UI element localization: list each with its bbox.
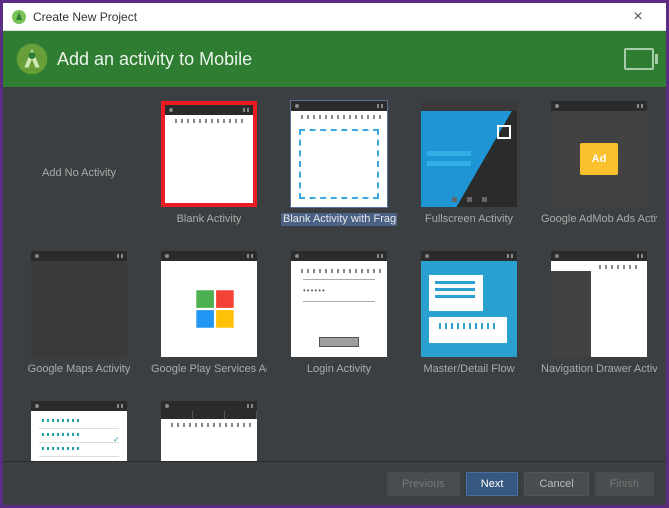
activity-option-none[interactable]: Add No Activity — [21, 101, 137, 241]
window-title: Create New Project — [33, 10, 137, 24]
previous-button[interactable]: Previous — [387, 472, 460, 496]
activity-gallery: Add No Activity Blank Activity Blank Act… — [3, 87, 666, 461]
activity-label: Add No Activity — [42, 167, 116, 180]
wizard-window: Create New Project × Add an activity to … — [3, 3, 666, 505]
activity-option-settings[interactable]: ✓ — [21, 401, 137, 461]
activity-label: Fullscreen Activity — [425, 213, 513, 226]
activity-option-tabbed[interactable] — [151, 401, 267, 461]
activity-thumb — [161, 251, 257, 357]
activity-option-admob[interactable]: Ad Google AdMob Ads Activity — [541, 101, 657, 241]
activity-option-blank[interactable]: Blank Activity — [151, 101, 267, 241]
activity-thumb — [421, 251, 517, 357]
android-studio-icon — [15, 42, 49, 76]
activity-label: Google AdMob Ads Activity — [541, 213, 657, 226]
activity-label: Google Maps Activity — [28, 363, 131, 376]
titlebar: Create New Project × — [3, 3, 666, 31]
activity-option-login[interactable]: •••••• Login Activity — [281, 251, 397, 391]
activity-thumb — [551, 251, 647, 357]
activity-thumb — [421, 101, 517, 207]
activity-option-maps[interactable]: Google Maps Activity — [21, 251, 137, 391]
activity-thumb: •••••• — [291, 251, 387, 357]
device-icon — [624, 48, 654, 70]
page-title: Add an activity to Mobile — [57, 49, 252, 70]
wizard-footer: Previous Next Cancel Finish — [3, 461, 666, 505]
activity-thumb — [31, 251, 127, 357]
activity-thumb: ✓ — [31, 401, 127, 461]
activity-thumb — [161, 401, 257, 461]
activity-label: Master/Detail Flow — [423, 363, 514, 376]
activity-option-nav-drawer[interactable]: Navigation Drawer Activity — [541, 251, 657, 391]
close-icon[interactable]: × — [618, 3, 658, 31]
activity-label: Blank Activity with Fragment — [281, 213, 397, 226]
wizard-header: Add an activity to Mobile — [3, 31, 666, 87]
cancel-button[interactable]: Cancel — [524, 472, 588, 496]
finish-button[interactable]: Finish — [595, 472, 654, 496]
ad-badge: Ad — [580, 143, 618, 175]
next-button[interactable]: Next — [466, 472, 519, 496]
puzzle-icon — [193, 287, 237, 331]
activity-option-play-services[interactable]: Google Play Services Activity — [151, 251, 267, 391]
activity-thumb — [161, 101, 257, 207]
activity-thumb: Ad — [551, 101, 647, 207]
app-icon — [11, 9, 27, 25]
activity-label: Login Activity — [307, 363, 371, 376]
activity-thumb — [291, 101, 387, 207]
activity-option-fullscreen[interactable]: Fullscreen Activity — [411, 101, 527, 241]
activity-option-master-detail[interactable]: Master/Detail Flow — [411, 251, 527, 391]
activity-label: Google Play Services Activity — [151, 363, 267, 376]
activity-label: Navigation Drawer Activity — [541, 363, 657, 376]
activity-option-blank-fragment[interactable]: Blank Activity with Fragment — [281, 101, 397, 241]
activity-label: Blank Activity — [177, 213, 242, 226]
